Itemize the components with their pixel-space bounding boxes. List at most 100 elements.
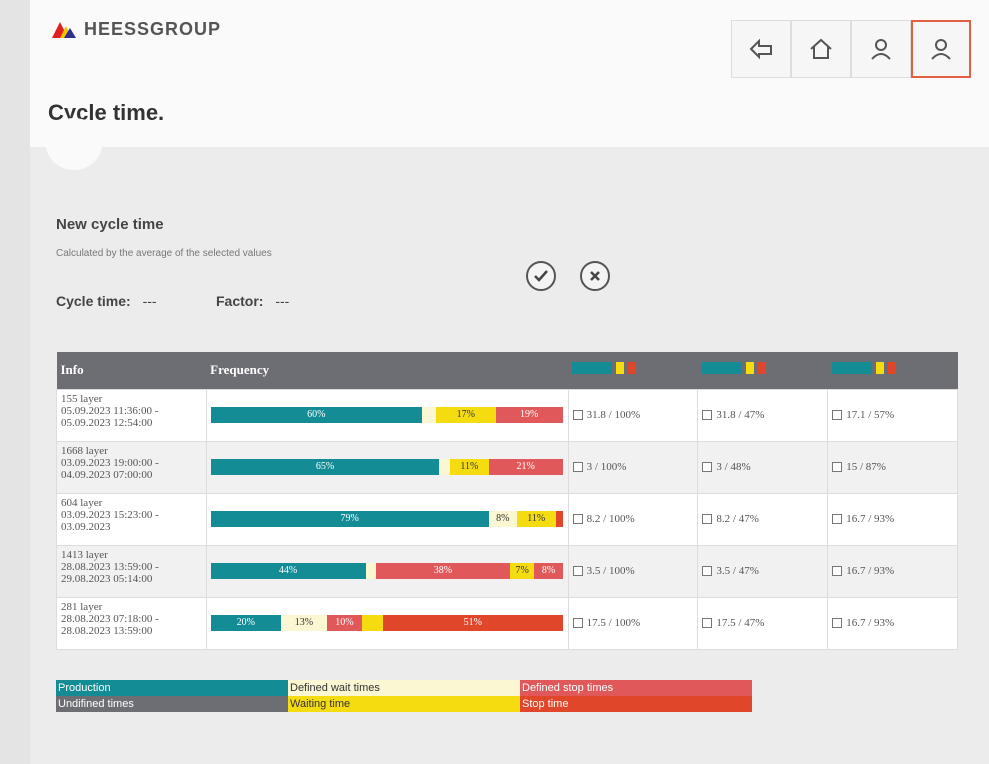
row-info: 1413 layer 28.08.2023 13:59:00 -29.08.202… xyxy=(56,544,207,598)
close-icon xyxy=(590,271,600,281)
row-value-2: 17.5 / 47% xyxy=(697,596,829,650)
row-value-text: 16.7 / 93% xyxy=(846,565,895,577)
select-checkbox[interactable] xyxy=(702,618,713,629)
table-header-row: Info Frequency xyxy=(56,352,958,389)
row-info-start: 03.09.2023 19:00:00 - xyxy=(61,456,159,469)
decorative-circle xyxy=(46,118,102,170)
mini-waiting-swatch xyxy=(875,362,884,375)
legend-item: Undifined times xyxy=(56,696,288,712)
cycle-time-value: --- xyxy=(142,293,157,309)
header: HEESSGROUP Cycle time. xyxy=(30,0,989,147)
row-value-text: 15 / 87% xyxy=(846,461,886,473)
nav-user-button[interactable] xyxy=(851,20,911,78)
user-icon xyxy=(871,39,891,60)
row-info-start: 03.09.2023 15:23:00 - xyxy=(61,508,159,521)
select-checkbox[interactable] xyxy=(832,566,843,577)
row-value-text: 3.5 / 47% xyxy=(716,565,759,577)
row-info-end: 03.09.2023 xyxy=(61,520,111,533)
select-checkbox[interactable] xyxy=(832,514,843,525)
cancel-button[interactable] xyxy=(580,261,610,291)
brand-logo[interactable]: HEESSGROUP xyxy=(50,18,221,40)
row-value-text: 31.8 / 47% xyxy=(716,409,765,421)
row-value-text: 17.1 / 57% xyxy=(846,409,895,421)
legend: Production Defined wait times Defined stop… xyxy=(56,680,752,712)
legend-item: Defined wait times xyxy=(288,680,520,696)
row-frequency: 20% 13% 10% 51% xyxy=(205,596,569,650)
table-row: 155 layer 05.09.2023 11:36:00 -05.09.2023… xyxy=(56,388,958,442)
brand-name: HEESSGROUP xyxy=(84,18,222,39)
frequency-bar: 79% 8% 11% xyxy=(210,511,563,527)
frequency-segment-waiting: 11% xyxy=(516,511,556,527)
row-info-end: 29.08.2023 05:14:00 xyxy=(61,572,153,585)
mini-production-swatch xyxy=(831,362,872,375)
row-value-1: 8.2 / 100% xyxy=(567,492,699,546)
row-info: 1668 layer 03.09.2023 19:00:00 -04.09.202… xyxy=(56,440,207,494)
frequency-segment-production: 20% xyxy=(210,615,282,631)
row-value-1: 3 / 100% xyxy=(567,440,699,494)
frequency-segment-defined-wait: 13% xyxy=(281,615,327,631)
nav-account-button[interactable] xyxy=(911,20,971,78)
select-checkbox[interactable] xyxy=(702,566,713,577)
row-info-end: 28.08.2023 13:59:00 xyxy=(61,624,153,637)
header-mini-bar-3 xyxy=(831,362,896,375)
row-value-3: 16.7 / 93% xyxy=(827,544,958,598)
header-col-3 xyxy=(827,352,958,389)
frequency-segment-defined-stop: 10% xyxy=(326,615,362,631)
frequency-segment-stop xyxy=(555,511,563,527)
frequency-segment-defined-stop: 8% xyxy=(534,563,563,579)
cycle-time-summary: Cycle time: --- xyxy=(56,293,157,309)
row-frequency: 79% 8% 11% xyxy=(205,492,569,546)
nav-back-button[interactable] xyxy=(731,20,791,78)
select-checkbox[interactable] xyxy=(572,514,583,525)
select-checkbox[interactable] xyxy=(572,462,583,473)
select-checkbox[interactable] xyxy=(832,410,843,421)
select-checkbox[interactable] xyxy=(832,618,843,629)
table-row: 1668 layer 03.09.2023 19:00:00 -04.09.202… xyxy=(56,440,958,494)
row-info: 281 layer 28.08.2023 07:18:00 -28.08.2023… xyxy=(56,596,207,650)
top-nav xyxy=(731,20,971,78)
header-col-1 xyxy=(568,352,698,389)
table-row: 1413 layer 28.08.2023 13:59:00 -29.08.202… xyxy=(56,544,958,598)
legend-item: Stop time xyxy=(520,696,752,712)
legend-item: Waiting time xyxy=(288,696,520,712)
select-checkbox[interactable] xyxy=(702,514,713,525)
cycle-time-label: Cycle time: xyxy=(56,293,131,309)
select-checkbox[interactable] xyxy=(572,618,583,629)
frequency-segment-waiting: 7% xyxy=(509,563,535,579)
new-cycle-subtitle: Calculated by the average of the selecte… xyxy=(56,248,272,259)
row-info-end: 05.09.2023 12:54:00 xyxy=(61,416,153,429)
mini-waiting-swatch xyxy=(616,362,625,375)
select-checkbox[interactable] xyxy=(572,566,583,577)
row-info-layers: 1668 layer xyxy=(61,444,108,457)
select-checkbox[interactable] xyxy=(572,410,583,421)
row-frequency: 60% 17% 19% xyxy=(205,388,569,442)
row-value-text: 17.5 / 100% xyxy=(586,617,641,629)
row-value-3: 17.1 / 57% xyxy=(827,388,958,442)
nav-home-button[interactable] xyxy=(791,20,851,78)
header-mini-bar-1 xyxy=(572,362,637,375)
row-value-3: 15 / 87% xyxy=(827,440,958,494)
row-frequency: 65% 11% 21% xyxy=(205,440,569,494)
row-value-1: 31.8 / 100% xyxy=(567,388,699,442)
select-checkbox[interactable] xyxy=(702,410,713,421)
frequency-bar: 20% 13% 10% 51% xyxy=(210,615,563,631)
frequency-bar: 60% 17% 19% xyxy=(210,407,563,423)
confirm-button[interactable] xyxy=(526,261,556,291)
row-value-text: 3 / 48% xyxy=(716,461,751,473)
header-info: Info xyxy=(56,352,207,389)
row-info: 604 layer 03.09.2023 15:23:00 -03.09.2023 xyxy=(56,492,207,546)
row-value-text: 16.7 / 93% xyxy=(846,617,895,629)
row-value-text: 16.7 / 93% xyxy=(846,513,895,525)
legend-item: Defined stop times xyxy=(520,680,752,696)
row-value-1: 3.5 / 100% xyxy=(567,544,699,598)
mini-stop-swatch xyxy=(757,362,766,375)
frequency-segment-production: 44% xyxy=(210,563,366,579)
row-info-start: 05.09.2023 11:36:00 - xyxy=(61,404,159,417)
select-checkbox[interactable] xyxy=(832,462,843,473)
row-info-start: 28.08.2023 07:18:00 - xyxy=(61,612,159,625)
row-value-text: 17.5 / 47% xyxy=(716,617,765,629)
check-icon xyxy=(534,270,548,282)
frequency-segment-defined-wait xyxy=(439,459,450,475)
select-checkbox[interactable] xyxy=(702,462,713,473)
row-value-text: 3 / 100% xyxy=(586,461,627,473)
